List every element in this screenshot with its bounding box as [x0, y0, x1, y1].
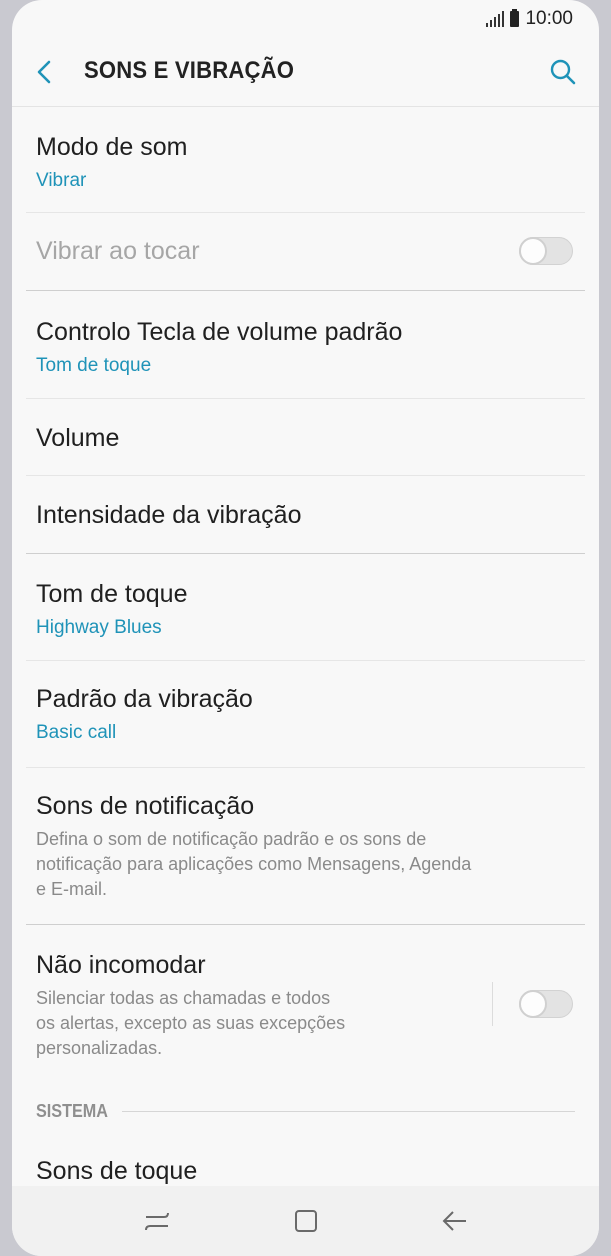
toggle-knob	[519, 237, 547, 265]
phone-frame: 10:00 SONS E VIBRAÇÃO Modo de som Vibrar	[0, 0, 611, 1256]
item-volume[interactable]: Volume	[26, 399, 585, 476]
section-header-system: SISTEMA	[26, 1085, 585, 1137]
item-title: Modo de som	[36, 133, 188, 161]
back-button[interactable]	[28, 54, 60, 90]
item-ringtone[interactable]: Tom de toque Highway Blues	[26, 554, 585, 661]
item-title: Tom de toque	[36, 580, 188, 608]
page-title: SONS E VIBRAÇÃO	[84, 57, 295, 84]
item-title: Volume	[36, 424, 120, 452]
divider	[492, 982, 493, 1026]
home-icon	[294, 1210, 317, 1232]
search-icon	[550, 59, 576, 85]
settings-list: Modo de som Vibrar Vibrar ao tocar Contr…	[12, 107, 599, 1197]
item-description: Defina o som de notificação padrão e os …	[36, 829, 472, 899]
do-not-disturb-toggle[interactable]	[519, 990, 573, 1018]
vibrate-on-ring-toggle[interactable]	[519, 237, 573, 265]
item-value: Basic call	[36, 722, 117, 743]
item-vibrate-on-ring[interactable]: Vibrar ao tocar	[26, 213, 585, 291]
item-notification-sounds[interactable]: Sons de notificação Defina o som de noti…	[26, 768, 585, 925]
home-button[interactable]	[284, 1199, 328, 1243]
item-vibration-intensity[interactable]: Intensidade da vibração	[26, 476, 585, 554]
item-description: Silenciar todas as chamadas e todos os a…	[36, 988, 346, 1058]
item-do-not-disturb[interactable]: Não incomodar Silenciar todas as chamada…	[26, 925, 585, 1085]
screen: 10:00 SONS E VIBRAÇÃO Modo de som Vibrar	[12, 0, 599, 1256]
item-title: Controlo Tecla de volume padrão	[36, 318, 403, 346]
section-divider	[122, 1110, 575, 1112]
item-value: Highway Blues	[36, 617, 162, 638]
item-title: Vibrar ao tocar	[36, 237, 200, 265]
item-title: Sons de toque	[36, 1157, 198, 1185]
item-title: Sons de notificação	[36, 792, 255, 820]
app-header: SONS E VIBRAÇÃO	[12, 38, 599, 107]
status-bar: 10:00	[12, 0, 599, 38]
arrow-left-icon	[442, 1211, 466, 1231]
item-value: Tom de toque	[36, 355, 152, 376]
section-label: SISTEMA	[36, 1100, 109, 1121]
recent-apps-icon	[144, 1212, 169, 1231]
search-button[interactable]	[545, 54, 581, 90]
status-icons: 10:00	[486, 8, 573, 30]
navigation-bar	[12, 1186, 599, 1256]
item-sound-mode[interactable]: Modo de som Vibrar	[26, 107, 585, 213]
item-title: Não incomodar	[36, 951, 206, 979]
status-time: 10:00	[525, 8, 573, 29]
toggle-knob	[519, 990, 547, 1018]
signal-icon	[486, 11, 505, 27]
battery-icon	[510, 9, 520, 27]
recent-apps-button[interactable]	[135, 1199, 179, 1243]
item-title: Intensidade da vibração	[36, 501, 302, 529]
item-volume-key-control[interactable]: Controlo Tecla de volume padrão Tom de t…	[26, 291, 585, 399]
chevron-left-icon	[37, 60, 51, 84]
back-nav-button[interactable]	[433, 1199, 477, 1243]
item-vibration-pattern[interactable]: Padrão da vibração Basic call	[26, 661, 585, 768]
item-title: Padrão da vibração	[36, 685, 253, 713]
item-value: Vibrar	[36, 170, 87, 191]
